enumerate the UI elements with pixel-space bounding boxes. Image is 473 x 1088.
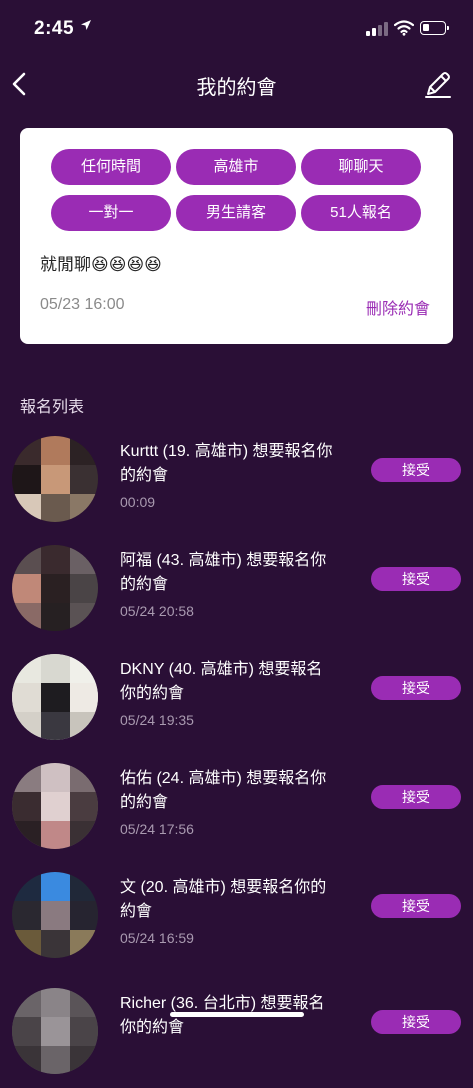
- applicant-time: 05/24 17:56: [120, 821, 194, 837]
- applicant-row[interactable]: 阿福 (43. 高雄市) 想要報名你 的約會 05/24 20:58 接受: [0, 545, 473, 645]
- applicant-time: 05/24 20:58: [120, 603, 194, 619]
- applicant-message-line1: Kurttt (19. 高雄市) 想要報名你: [120, 443, 333, 460]
- battery-icon: [420, 21, 449, 35]
- date-time: 05/23 16:00: [40, 296, 125, 313]
- applicant-list-title: 報名列表: [20, 399, 85, 416]
- applicant-message-line2: 的約會: [120, 576, 169, 593]
- delete-date-button[interactable]: 刪除約會: [366, 295, 430, 319]
- date-description: 就閒聊😆😆😆😆: [40, 255, 162, 274]
- tag-signup-count: 51人報名: [301, 195, 421, 231]
- applicant-message: 文 (20. 高雄市) 想要報名你的 約會: [120, 876, 360, 924]
- avatar[interactable]: [12, 988, 98, 1074]
- tag-time: 任何時間: [51, 149, 171, 185]
- applicant-message-line1: 文 (20. 高雄市) 想要報名你的: [120, 879, 327, 896]
- status-bar: 2:45: [0, 0, 473, 60]
- applicant-message-line1: DKNY (40. 高雄市) 想要報名: [120, 661, 323, 678]
- applicant-message: DKNY (40. 高雄市) 想要報名 你的約會: [120, 658, 360, 706]
- applicant-time: 00:09: [120, 494, 156, 510]
- accept-button[interactable]: 接受: [371, 567, 461, 591]
- applicant-message-line1: 佑佑 (24. 高雄市) 想要報名你: [120, 770, 327, 787]
- applicant-message: Kurttt (19. 高雄市) 想要報名你 的約會: [120, 440, 360, 488]
- accept-button[interactable]: 接受: [371, 1010, 461, 1034]
- navigation-bar: 我的約會: [0, 60, 473, 110]
- applicant-row[interactable]: Kurttt (19. 高雄市) 想要報名你 的約會 00:09 接受: [0, 436, 473, 536]
- tag-payment: 男生請客: [176, 195, 296, 231]
- cellular-signal-icon: [366, 22, 388, 36]
- home-indicator[interactable]: [170, 1012, 304, 1017]
- page-title: 我的約會: [196, 77, 277, 99]
- applicant-message-line1: 阿福 (43. 高雄市) 想要報名你: [120, 552, 327, 569]
- applicant-message-line2: 你的約會: [120, 1019, 185, 1036]
- edit-button[interactable]: [422, 68, 454, 100]
- applicant-row[interactable]: Richer (36. 台北市) 想要報名 你的約會 接受: [0, 988, 473, 1088]
- avatar[interactable]: [12, 763, 98, 849]
- tag-activity: 聊聊天: [301, 149, 421, 185]
- applicant-message-line2: 的約會: [120, 794, 169, 811]
- avatar[interactable]: [12, 545, 98, 631]
- tag-format: 一對一: [51, 195, 171, 231]
- avatar[interactable]: [12, 872, 98, 958]
- accept-button[interactable]: 接受: [371, 676, 461, 700]
- pencil-icon: [425, 72, 451, 98]
- tag-city: 高雄市: [176, 149, 296, 185]
- avatar[interactable]: [12, 436, 98, 522]
- avatar[interactable]: [12, 654, 98, 740]
- status-time: 2:45: [34, 18, 75, 39]
- date-card: 任何時間 高雄市 聊聊天 一對一 男生請客 51人報名 就閒聊😆😆😆😆 05/2…: [20, 128, 453, 344]
- accept-button[interactable]: 接受: [371, 894, 461, 918]
- applicant-message: 佑佑 (24. 高雄市) 想要報名你 的約會: [120, 767, 360, 815]
- applicant-message-line2: 你的約會: [120, 685, 185, 702]
- applicant-message: 阿福 (43. 高雄市) 想要報名你 的約會: [120, 549, 360, 597]
- location-arrow-icon: [80, 19, 92, 34]
- applicant-time: 05/24 16:59: [120, 930, 194, 946]
- applicant-message-line2: 的約會: [120, 467, 169, 484]
- applicant-time: 05/24 19:35: [120, 712, 194, 728]
- applicant-row[interactable]: DKNY (40. 高雄市) 想要報名 你的約會 05/24 19:35 接受: [0, 654, 473, 754]
- applicant-row[interactable]: 佑佑 (24. 高雄市) 想要報名你 的約會 05/24 17:56 接受: [0, 763, 473, 863]
- applicant-row[interactable]: 文 (20. 高雄市) 想要報名你的 約會 05/24 16:59 接受: [0, 872, 473, 972]
- applicant-message-line2: 約會: [120, 903, 153, 920]
- wifi-icon: [393, 20, 415, 36]
- accept-button[interactable]: 接受: [371, 785, 461, 809]
- accept-button[interactable]: 接受: [371, 458, 461, 482]
